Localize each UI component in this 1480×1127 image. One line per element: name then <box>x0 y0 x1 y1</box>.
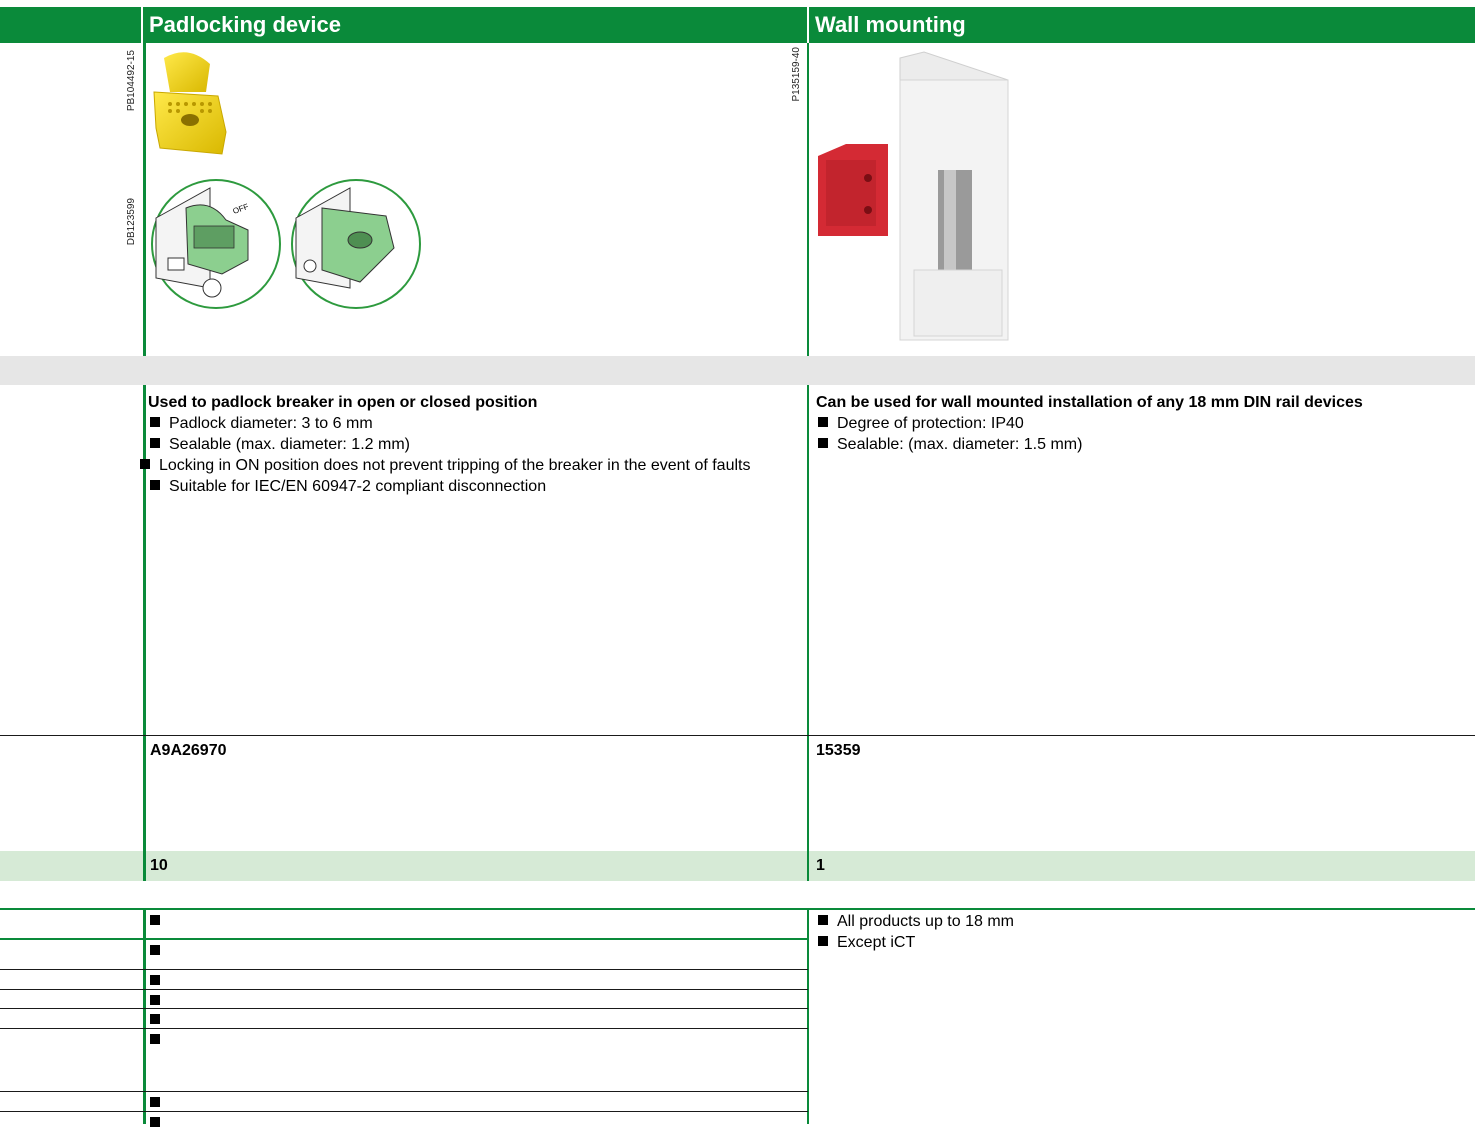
padlock-bullet: Padlock diameter: 3 to 6 mm <box>148 413 804 434</box>
padlock-description: Used to padlock breaker in open or close… <box>140 392 804 497</box>
wall-compatibility-list: All products up to 18 mm Except iCT <box>816 911 1014 953</box>
compat-rule <box>0 969 808 970</box>
wall-bullet: Sealable: (max. diameter: 1.5 mm) <box>816 434 1472 455</box>
image-code-p135159: P135159-40 <box>791 47 802 102</box>
divider-mid <box>807 43 809 356</box>
bullet-square-icon <box>150 438 160 448</box>
divider-mid-qty <box>807 851 809 881</box>
padlocking-device-title: Padlocking device <box>149 12 341 37</box>
compat-bullet-icon <box>150 1034 160 1044</box>
compat-rule <box>0 938 808 940</box>
wall-quantity: 1 <box>816 857 825 874</box>
padlock-quantity: 10 <box>150 857 168 874</box>
wall-description-title: Can be used for wall mounted installatio… <box>816 394 1363 411</box>
wall-reference: 15359 <box>816 742 861 759</box>
wall-mounting-description: Can be used for wall mounted installatio… <box>816 392 1472 455</box>
divider-left <box>143 43 146 356</box>
padlock-bullet: Locking in ON position does not prevent … <box>138 455 804 476</box>
bullet-square-icon <box>150 417 160 427</box>
compat-bullet-icon <box>150 945 160 955</box>
bullet-square-icon <box>818 438 828 448</box>
compat-rule <box>0 989 808 990</box>
header-bar-leftmost <box>0 7 141 43</box>
header-bar-left: Padlocking device <box>143 7 807 43</box>
quantity-band <box>0 851 1475 881</box>
wall-bullet: Degree of protection: IP40 <box>816 413 1472 434</box>
compat-rule <box>0 1008 808 1009</box>
image-code-db123599: DB123599 <box>126 198 137 246</box>
compat-bullet-icon <box>150 915 160 925</box>
padlock-bullet-list: Padlock diameter: 3 to 6 mm Sealable (ma… <box>140 413 804 497</box>
compat-top-rule <box>0 908 1475 910</box>
wall-mounting-title: Wall mounting <box>815 12 966 37</box>
compat-item: Except iCT <box>816 932 1014 953</box>
gray-band-1 <box>0 356 1475 385</box>
compat-bullet-icon <box>150 1097 160 1107</box>
padlock-product-image <box>153 52 227 155</box>
padlock-description-title: Used to padlock breaker in open or close… <box>148 394 538 411</box>
header-bar-right: Wall mounting <box>809 7 1475 43</box>
padlock-reference: A9A26970 <box>150 742 227 759</box>
compat-bullet-icon <box>150 975 160 985</box>
wall-bullet-list: Degree of protection: IP40 Sealable: (ma… <box>816 413 1472 455</box>
divider-mid-desc <box>807 385 809 851</box>
rule-above-reference <box>0 735 1475 736</box>
image-code-pb104492: PB104492-15 <box>126 50 137 112</box>
wall-mounting-product-image <box>818 51 1009 341</box>
bullet-square-icon <box>818 936 828 946</box>
compat-bullet-icon <box>150 995 160 1005</box>
bullet-square-icon <box>140 459 150 469</box>
bullet-square-icon <box>150 480 160 490</box>
compat-bullet-icon <box>150 1117 160 1127</box>
bullet-square-icon <box>818 915 828 925</box>
padlock-illustration-1: OFF <box>151 179 281 309</box>
compat-bullet-icon <box>150 1014 160 1024</box>
compat-rule <box>0 1091 808 1092</box>
compat-item: All products up to 18 mm <box>816 911 1014 932</box>
compat-rule <box>0 1111 808 1112</box>
compat-rule <box>0 1028 808 1029</box>
divider-left-qty <box>143 851 146 881</box>
padlock-illustration-2 <box>291 179 421 309</box>
padlock-bullet: Suitable for IEC/EN 60947-2 compliant di… <box>148 476 804 497</box>
padlock-bullet: Sealable (max. diameter: 1.2 mm) <box>148 434 804 455</box>
bullet-square-icon <box>818 417 828 427</box>
